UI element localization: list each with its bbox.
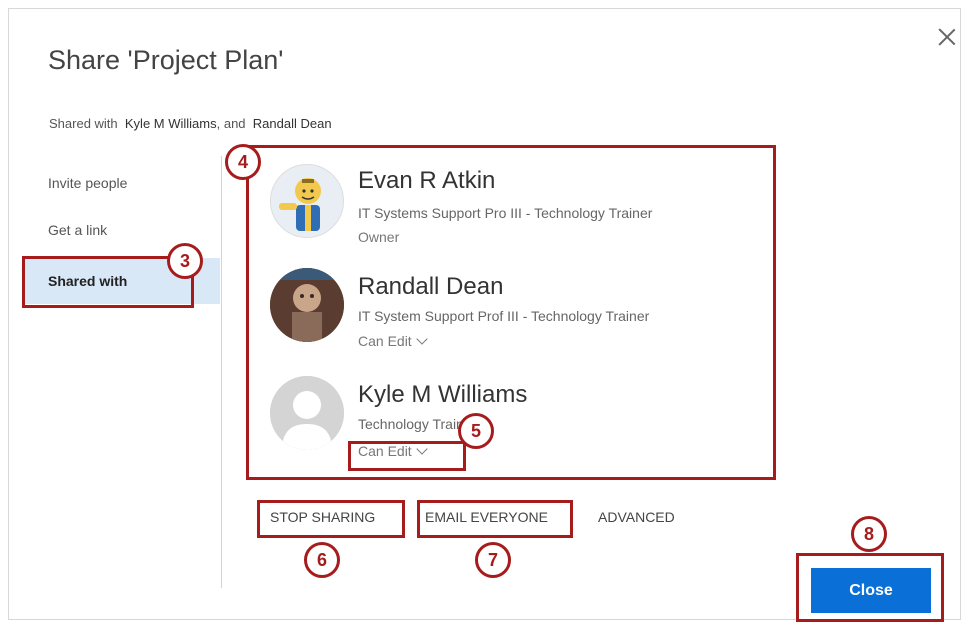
- callout-box-email-everyone: [417, 500, 573, 538]
- shared-with-summary: Shared with Kyle M Williams, and Randall…: [49, 116, 332, 131]
- permission-label: Can Edit: [358, 333, 412, 349]
- shared-with-name-kyle[interactable]: Kyle M Williams: [125, 116, 217, 131]
- permission-dropdown-randall[interactable]: Can Edit: [358, 333, 428, 349]
- callout-marker: 7: [475, 542, 511, 578]
- shared-with-name-randall[interactable]: Randall Dean: [253, 116, 332, 131]
- close-icon[interactable]: [936, 26, 958, 48]
- callout-marker: 5: [458, 413, 494, 449]
- person-permission-owner: Owner: [358, 229, 400, 245]
- shared-with-prefix: Shared with: [49, 116, 118, 131]
- callout-marker: 6: [304, 542, 340, 578]
- callout-box-permission: [348, 441, 466, 471]
- shared-with-separator: , and: [216, 116, 246, 131]
- avatar-randall: [270, 268, 344, 342]
- person-role: IT System Support Prof III - Technology …: [358, 308, 650, 324]
- callout-box-close: [796, 553, 944, 622]
- nav-divider: [221, 156, 222, 588]
- callout-marker: 8: [851, 516, 887, 552]
- callout-marker: 3: [167, 243, 203, 279]
- callout-marker: 4: [225, 144, 261, 180]
- person-role: IT Systems Support Pro III - Technology …: [358, 205, 653, 221]
- advanced-button[interactable]: ADVANCED: [598, 509, 675, 525]
- avatar-kyle: [270, 376, 344, 450]
- chevron-down-icon: [416, 333, 428, 345]
- person-name: Kyle M Williams: [358, 381, 528, 408]
- dialog-title: Share 'Project Plan': [48, 45, 284, 75]
- avatar-evan: [270, 164, 344, 238]
- callout-box-stop-sharing: [257, 500, 405, 538]
- nav-invite-people[interactable]: Invite people: [22, 160, 220, 206]
- person-name: Evan R Atkin: [358, 167, 496, 194]
- person-name: Randall Dean: [358, 273, 504, 300]
